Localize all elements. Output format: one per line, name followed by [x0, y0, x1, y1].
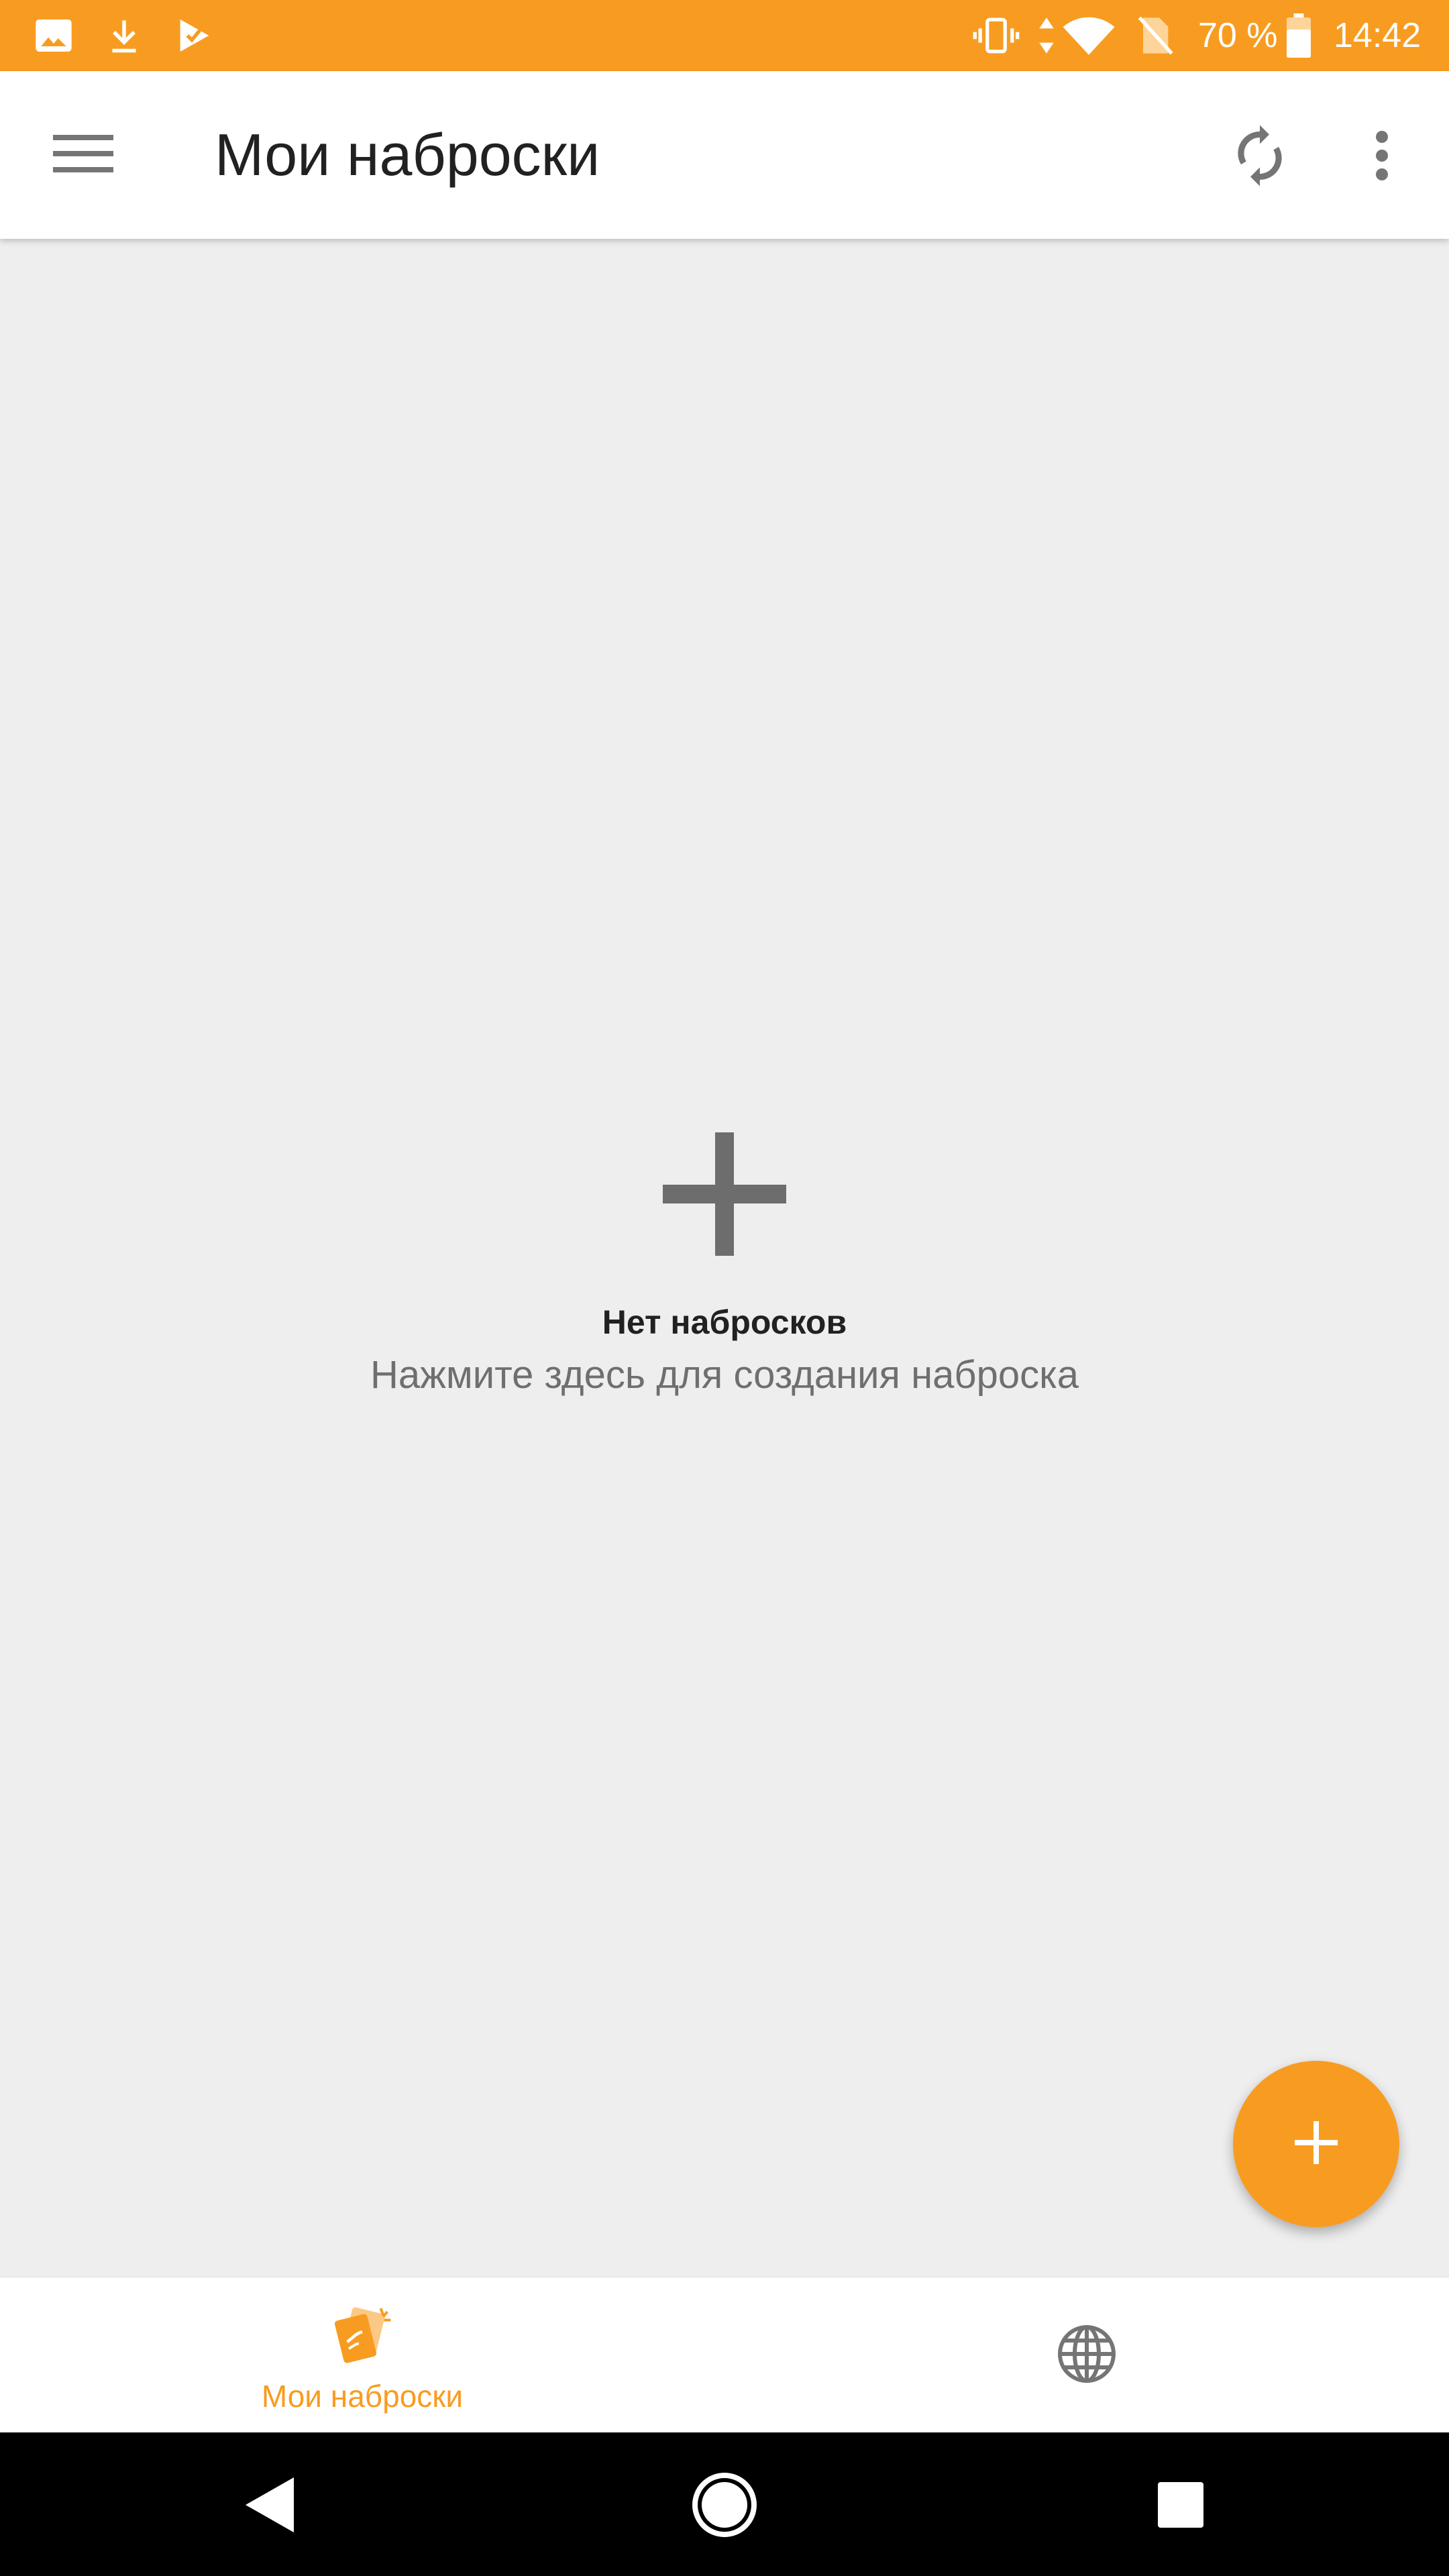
home-icon	[691, 2471, 758, 2541]
vibrate-icon	[966, 0, 1026, 71]
add-icon	[1292, 2118, 1340, 2169]
back-icon	[243, 2475, 297, 2538]
bottom-navigation: Мои наброски	[0, 2277, 1449, 2433]
sync-icon	[1232, 122, 1288, 192]
back-button[interactable]	[216, 2459, 323, 2553]
app-bar: Мои наброски	[0, 71, 1449, 239]
page-title: Мои наброски	[215, 121, 600, 188]
clock: 14:42	[1334, 16, 1421, 55]
recents-icon	[1157, 2481, 1205, 2532]
add-sketch-button[interactable]	[1233, 2061, 1399, 2227]
status-bar: 70 % 14:42	[0, 0, 1449, 71]
empty-state[interactable]: Нет набросков Нажмите здесь для создания…	[0, 1127, 1449, 1397]
tab-my-sketches-label: Мои наброски	[261, 2379, 464, 2414]
no-sim-icon	[1127, 0, 1181, 71]
battery-icon	[1279, 0, 1319, 71]
globe-icon	[1055, 2322, 1119, 2389]
battery-percent: 70 %	[1198, 16, 1278, 55]
sketches-icon	[329, 2302, 396, 2371]
more-vert-icon	[1374, 130, 1390, 184]
sync-button[interactable]	[1214, 111, 1305, 203]
empty-state-subtitle[interactable]: Нажмите здесь для создания наброска	[0, 1352, 1449, 1397]
play-store-icon	[168, 0, 221, 71]
recents-button[interactable]	[1127, 2459, 1234, 2553]
data-arrows-icon	[1032, 0, 1061, 71]
tab-explore[interactable]	[724, 2277, 1449, 2433]
menu-icon	[53, 132, 113, 178]
image-icon	[27, 0, 80, 71]
plus-icon[interactable]	[657, 1127, 792, 1261]
download-icon	[97, 0, 151, 71]
tab-my-sketches[interactable]: Мои наброски	[0, 2277, 724, 2433]
home-button[interactable]	[671, 2459, 778, 2553]
empty-state-title: Нет набросков	[602, 1303, 847, 1341]
system-navigation-bar	[0, 2432, 1449, 2576]
menu-button[interactable]	[38, 118, 129, 192]
more-options-button[interactable]	[1342, 111, 1422, 203]
wifi-icon	[1059, 0, 1119, 71]
